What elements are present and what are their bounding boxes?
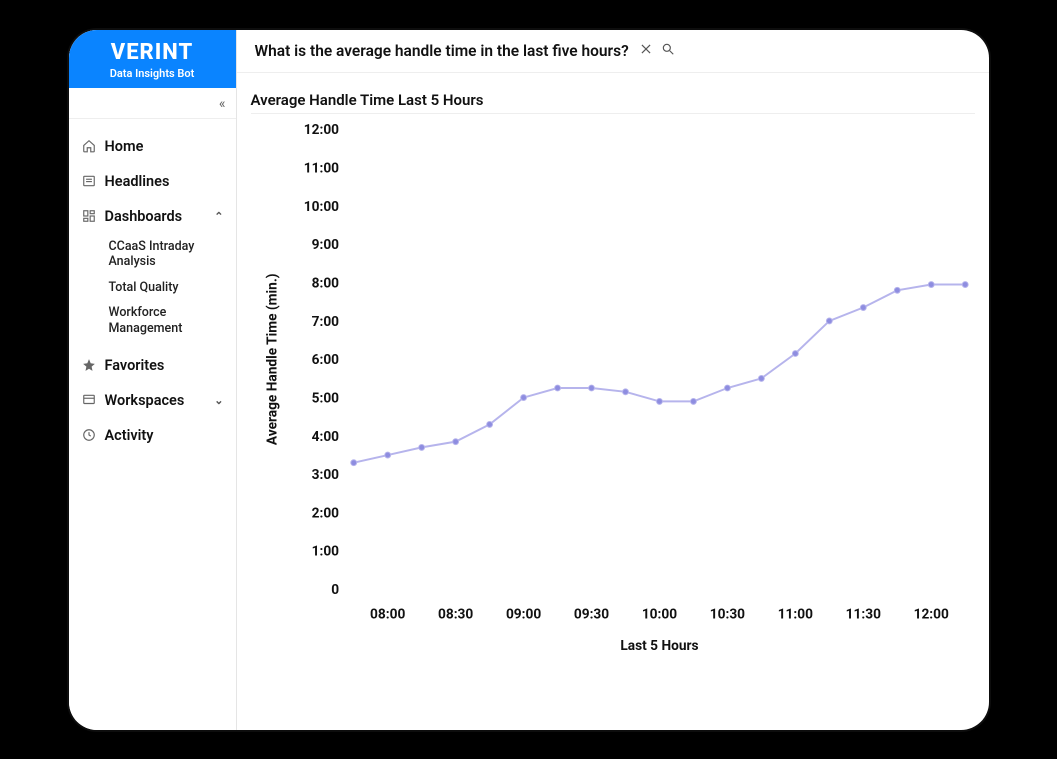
sidebar-item-label: Headlines bbox=[105, 173, 170, 190]
svg-text:11:30: 11:30 bbox=[845, 606, 880, 622]
search-icon[interactable] bbox=[661, 42, 675, 60]
app-window: VERINT Data Insights Bot « Home Headline… bbox=[69, 30, 989, 730]
sidebar-item-home[interactable]: Home bbox=[75, 129, 230, 164]
chevron-up-icon[interactable]: ⌃ bbox=[214, 210, 223, 223]
brand-header: VERINT Data Insights Bot bbox=[69, 30, 236, 88]
svg-text:8:00: 8:00 bbox=[311, 275, 339, 291]
chart-area: Average Handle Time Last 5 Hours 12:00 11… bbox=[237, 73, 989, 730]
query-bar: What is the average handle time in the l… bbox=[237, 30, 989, 73]
news-icon bbox=[81, 174, 97, 188]
svg-text:09:00: 09:00 bbox=[505, 606, 540, 622]
sidebar-item-activity[interactable]: Activity bbox=[75, 418, 230, 453]
star-icon bbox=[81, 358, 97, 372]
sidebar-item-label: Activity bbox=[105, 427, 154, 444]
sidebar-item-workspaces[interactable]: Workspaces ⌄ bbox=[75, 383, 230, 418]
svg-text:08:30: 08:30 bbox=[438, 606, 473, 622]
svg-text:12:00: 12:00 bbox=[913, 606, 948, 622]
sidebar-collapse-row: « bbox=[69, 88, 236, 119]
svg-text:1:00: 1:00 bbox=[311, 543, 339, 559]
sidebar-subitem-workforce[interactable]: Workforce Management bbox=[105, 300, 230, 341]
sidebar-item-dashboards[interactable]: Dashboards ⌃ bbox=[75, 199, 230, 234]
sidebar-subitem-ccaas[interactable]: CCaaS Intraday Analysis bbox=[105, 234, 230, 275]
svg-text:12:00: 12:00 bbox=[303, 122, 338, 138]
sidebar: VERINT Data Insights Bot « Home Headline… bbox=[69, 30, 237, 730]
dashboard-icon bbox=[81, 209, 97, 223]
svg-text:4:00: 4:00 bbox=[311, 428, 339, 444]
svg-text:08:00: 08:00 bbox=[370, 606, 405, 622]
workspace-icon bbox=[81, 393, 97, 407]
svg-text:9:00: 9:00 bbox=[311, 237, 339, 253]
dashboards-subitems: CCaaS Intraday Analysis Total Quality Wo… bbox=[75, 234, 230, 342]
main-content: What is the average handle time in the l… bbox=[237, 30, 989, 730]
collapse-sidebar-icon[interactable]: « bbox=[219, 96, 226, 112]
line-chart-svg: 12:00 11:00 10:00 9:00 8:00 7:00 6:00 5:00 4:00 3… bbox=[251, 114, 975, 673]
svg-text:5:00: 5:00 bbox=[311, 390, 339, 406]
chevron-down-icon[interactable]: ⌄ bbox=[214, 394, 223, 407]
svg-text:Last 5 Hours: Last 5 Hours bbox=[620, 637, 698, 653]
sidebar-item-favorites[interactable]: Favorites bbox=[75, 348, 230, 383]
chart-title: Average Handle Time Last 5 Hours bbox=[251, 91, 975, 109]
svg-text:11:00: 11:00 bbox=[777, 606, 812, 622]
chart-plot: 12:00 11:00 10:00 9:00 8:00 7:00 6:00 5:00 4:00 3… bbox=[251, 113, 975, 673]
sidebar-subitem-quality[interactable]: Total Quality bbox=[105, 275, 230, 301]
query-text: What is the average handle time in the l… bbox=[255, 42, 629, 60]
brand-subtitle: Data Insights Bot bbox=[73, 67, 232, 80]
svg-text:Average Handle Time (min.): Average Handle Time (min.) bbox=[264, 273, 280, 445]
sidebar-item-label: Home bbox=[105, 138, 144, 155]
svg-text:09:30: 09:30 bbox=[573, 606, 608, 622]
close-icon[interactable] bbox=[639, 42, 653, 60]
sidebar-item-headlines[interactable]: Headlines bbox=[75, 164, 230, 199]
activity-icon bbox=[81, 428, 97, 442]
svg-text:6:00: 6:00 bbox=[311, 352, 339, 368]
svg-text:3:00: 3:00 bbox=[311, 467, 339, 483]
sidebar-item-label: Favorites bbox=[105, 357, 165, 374]
query-actions bbox=[639, 42, 675, 60]
svg-text:11:00: 11:00 bbox=[303, 160, 338, 176]
svg-text:10:00: 10:00 bbox=[641, 606, 676, 622]
home-icon bbox=[81, 139, 97, 153]
svg-text:10:30: 10:30 bbox=[709, 606, 744, 622]
svg-text:7:00: 7:00 bbox=[311, 313, 339, 329]
brand-name: VERINT bbox=[73, 40, 232, 65]
svg-text:10:00: 10:00 bbox=[303, 198, 338, 214]
svg-text:2:00: 2:00 bbox=[311, 505, 339, 521]
sidebar-item-label: Workspaces bbox=[105, 392, 185, 409]
sidebar-nav: Home Headlines Dashboards ⌃ CCaaS Intrad… bbox=[69, 119, 236, 463]
sidebar-item-label: Dashboards bbox=[105, 208, 183, 225]
svg-text:0: 0 bbox=[331, 582, 339, 598]
